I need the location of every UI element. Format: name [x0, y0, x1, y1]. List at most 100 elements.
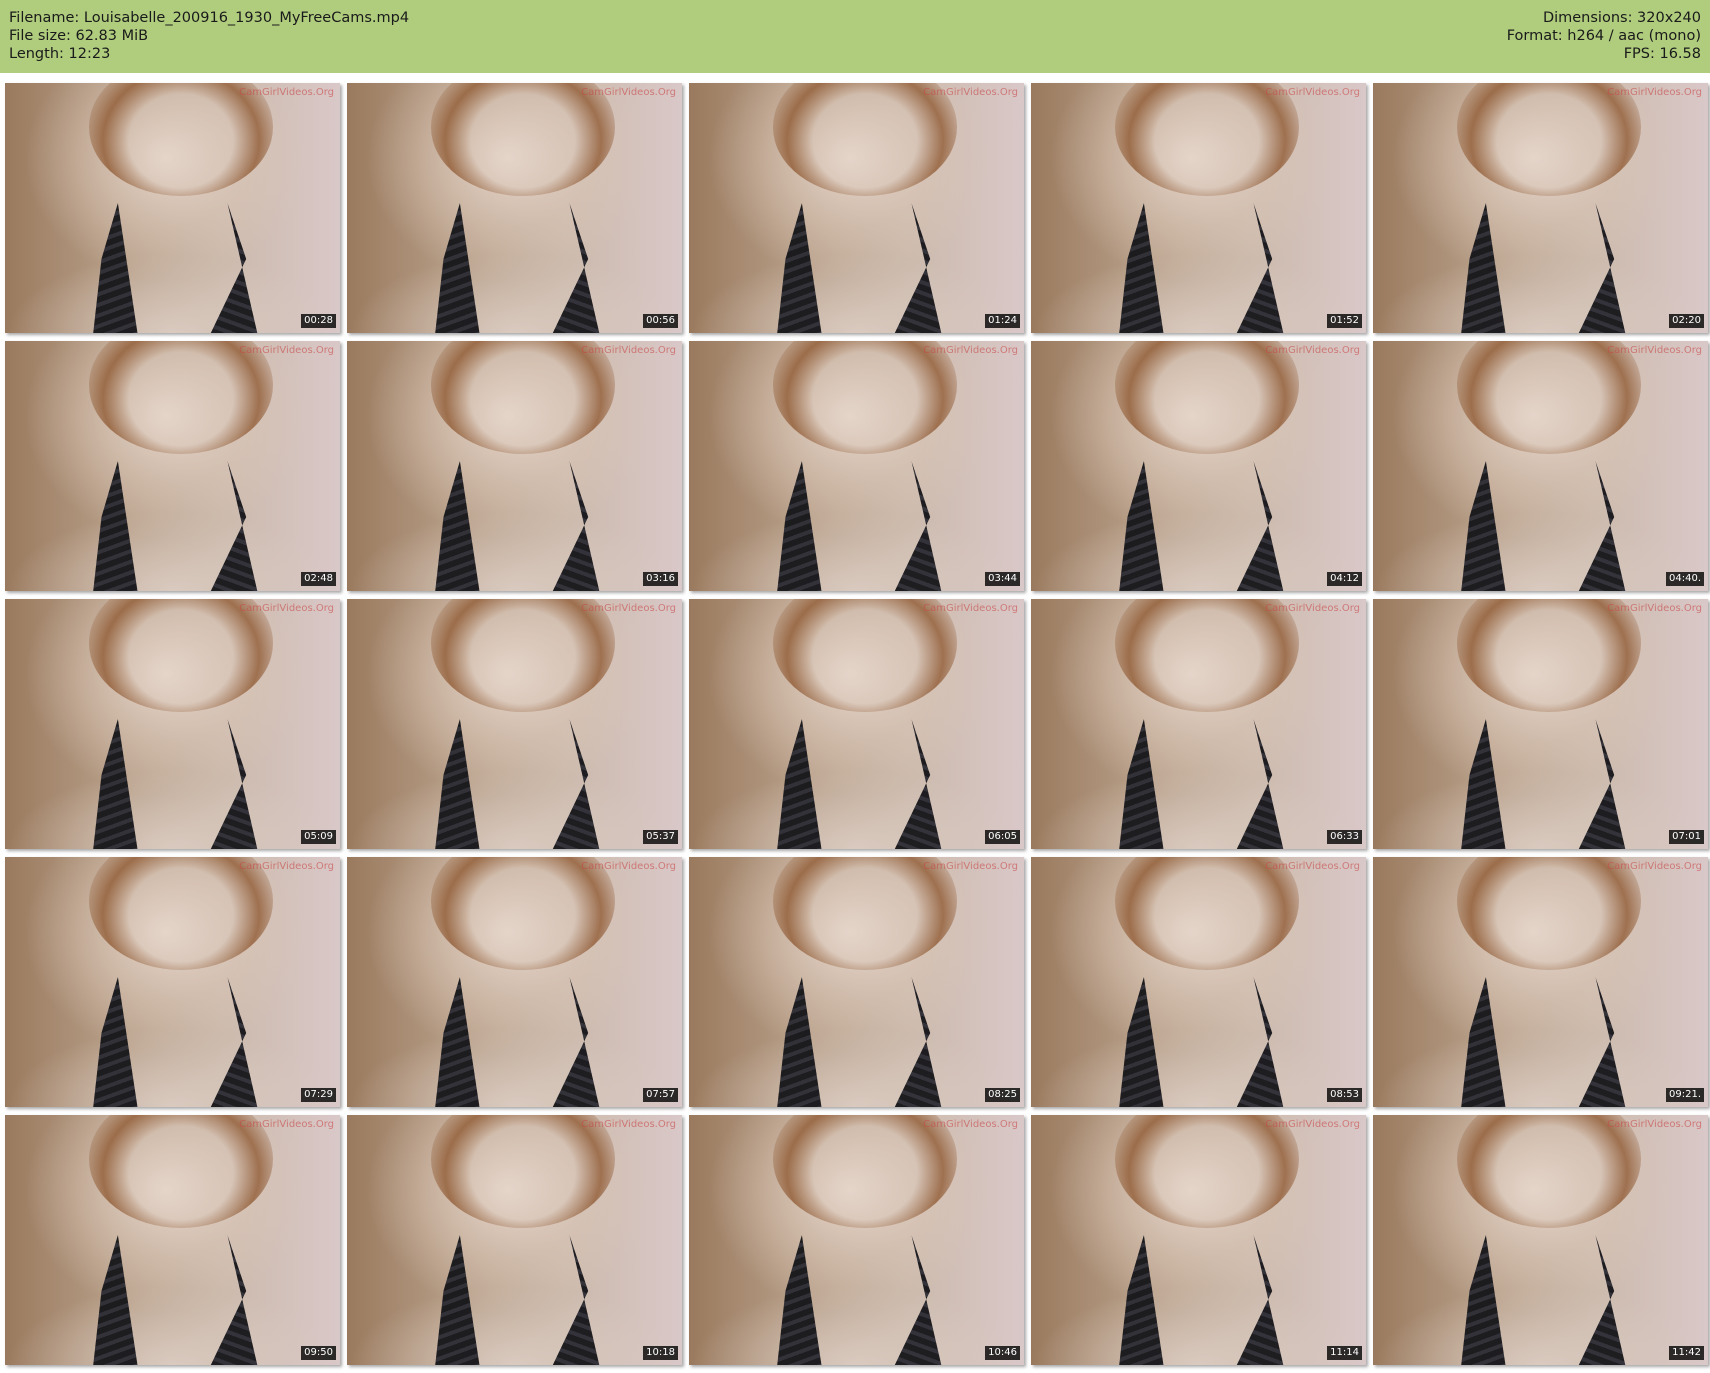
thumbnail-frame: CamGirlVideos.Org 10:18	[347, 1115, 682, 1365]
frame-image-hair	[772, 599, 957, 712]
watermark-text: CamGirlVideos.Org	[1265, 345, 1360, 356]
thumbnail-frame: CamGirlVideos.Org 09:21.	[1373, 857, 1708, 1107]
timestamp-label: 00:28	[301, 314, 336, 328]
frame-image-lace-left	[776, 1235, 823, 1365]
frame-image-hair	[1114, 599, 1299, 712]
frame-image-lace-right	[206, 719, 260, 849]
file-size-text: File size: 62.83 MiB	[9, 28, 149, 44]
thumbnail-frame: CamGirlVideos.Org 01:24	[689, 83, 1024, 333]
fps-text: FPS: 16.58	[1623, 46, 1701, 62]
timestamp-label: 09:50	[301, 1346, 336, 1360]
timestamp-label: 03:44	[985, 572, 1020, 586]
frame-image-lace-right	[1574, 461, 1628, 591]
frame-image-lace-left	[1460, 1235, 1507, 1365]
watermark-text: CamGirlVideos.Org	[239, 1119, 334, 1130]
frame-image-lace-left	[1460, 461, 1507, 591]
watermark-text: CamGirlVideos.Org	[1607, 861, 1702, 872]
frame-image-lace-left	[434, 203, 481, 333]
frame-image-lace-left	[776, 719, 823, 849]
watermark-text: CamGirlVideos.Org	[1607, 87, 1702, 98]
frame-image-hair	[430, 599, 615, 712]
thumbnail-frame: CamGirlVideos.Org 05:09	[5, 599, 340, 849]
timestamp-label: 10:46	[985, 1346, 1020, 1360]
frame-image-lace-right	[548, 461, 602, 591]
watermark-text: CamGirlVideos.Org	[581, 345, 676, 356]
frame-image-hair	[772, 83, 957, 196]
thumbnail-grid: CamGirlVideos.Org 00:28 CamGirlVideos.Org 0…	[0, 73, 1710, 1373]
thumbnail-frame: CamGirlVideos.Org 00:28	[5, 83, 340, 333]
frame-image-lace-right	[206, 1235, 260, 1365]
frame-image-hair	[1114, 83, 1299, 196]
thumbnail-frame: CamGirlVideos.Org 11:14	[1031, 1115, 1366, 1365]
watermark-text: CamGirlVideos.Org	[1265, 1119, 1360, 1130]
frame-image-lace-left	[1460, 719, 1507, 849]
frame-image-lace-left	[776, 977, 823, 1107]
watermark-text: CamGirlVideos.Org	[1607, 603, 1702, 614]
timestamp-label: 05:37	[643, 830, 678, 844]
frame-image-hair	[1114, 857, 1299, 970]
watermark-text: CamGirlVideos.Org	[581, 861, 676, 872]
frame-image-hair	[88, 1115, 273, 1228]
frame-image-lace-right	[206, 977, 260, 1107]
frame-image-lace-right	[548, 1235, 602, 1365]
watermark-text: CamGirlVideos.Org	[923, 87, 1018, 98]
watermark-text: CamGirlVideos.Org	[923, 1119, 1018, 1130]
frame-image-lace-right	[206, 461, 260, 591]
frame-image-lace-right	[1232, 1235, 1286, 1365]
thumbnail-frame: CamGirlVideos.Org 09:50	[5, 1115, 340, 1365]
watermark-text: CamGirlVideos.Org	[581, 603, 676, 614]
frame-image-lace-left	[776, 203, 823, 333]
frame-image-lace-right	[890, 977, 944, 1107]
timestamp-label: 08:53	[1327, 1088, 1362, 1102]
length-text: Length: 12:23	[9, 46, 111, 62]
media-info: Dimensions: 320x240 Format: h264 / aac (…	[1507, 9, 1701, 63]
watermark-text: CamGirlVideos.Org	[239, 87, 334, 98]
watermark-text: CamGirlVideos.Org	[1607, 1119, 1702, 1130]
timestamp-label: 10:18	[643, 1346, 678, 1360]
thumbnail-frame: CamGirlVideos.Org 02:48	[5, 341, 340, 591]
frame-image-lace-right	[890, 203, 944, 333]
timestamp-label: 01:24	[985, 314, 1020, 328]
frame-image-lace-left	[92, 977, 139, 1107]
timestamp-label: 04:40.	[1666, 572, 1704, 586]
frame-image-lace-left	[92, 203, 139, 333]
frame-image-lace-right	[548, 719, 602, 849]
frame-image-lace-left	[434, 1235, 481, 1365]
frame-image-lace-right	[1574, 977, 1628, 1107]
frame-image-hair	[1114, 1115, 1299, 1228]
watermark-text: CamGirlVideos.Org	[581, 87, 676, 98]
watermark-text: CamGirlVideos.Org	[1265, 861, 1360, 872]
thumbnail-frame: CamGirlVideos.Org 06:33	[1031, 599, 1366, 849]
thumbnail-frame: CamGirlVideos.Org 02:20	[1373, 83, 1708, 333]
frame-image-lace-right	[548, 977, 602, 1107]
frame-image-lace-left	[1118, 461, 1165, 591]
thumbnail-frame: CamGirlVideos.Org 11:42	[1373, 1115, 1708, 1365]
file-info: Filename: Louisabelle_200916_1930_MyFree…	[9, 9, 409, 63]
frame-image-hair	[1114, 341, 1299, 454]
frame-image-lace-left	[92, 1235, 139, 1365]
frame-image-hair	[88, 857, 273, 970]
thumbnail-frame: CamGirlVideos.Org 08:25	[689, 857, 1024, 1107]
thumbnail-frame: CamGirlVideos.Org 06:05	[689, 599, 1024, 849]
thumbnail-frame: CamGirlVideos.Org 07:29	[5, 857, 340, 1107]
frame-image-hair	[772, 857, 957, 970]
thumbnail-frame: CamGirlVideos.Org 10:46	[689, 1115, 1024, 1365]
frame-image-lace-left	[92, 719, 139, 849]
watermark-text: CamGirlVideos.Org	[1265, 603, 1360, 614]
frame-image-hair	[430, 857, 615, 970]
frame-image-lace-right	[1574, 203, 1628, 333]
thumbnail-frame: CamGirlVideos.Org 03:16	[347, 341, 682, 591]
watermark-text: CamGirlVideos.Org	[239, 603, 334, 614]
frame-image-lace-right	[890, 461, 944, 591]
frame-image-hair	[772, 341, 957, 454]
frame-image-hair	[1456, 83, 1641, 196]
frame-image-hair	[430, 83, 615, 196]
frame-image-hair	[88, 83, 273, 196]
frame-image-hair	[1456, 1115, 1641, 1228]
timestamp-label: 06:33	[1327, 830, 1362, 844]
frame-image-hair	[88, 599, 273, 712]
timestamp-label: 07:57	[643, 1088, 678, 1102]
thumbnail-frame: CamGirlVideos.Org 04:12	[1031, 341, 1366, 591]
watermark-text: CamGirlVideos.Org	[1265, 87, 1360, 98]
frame-image-hair	[430, 1115, 615, 1228]
